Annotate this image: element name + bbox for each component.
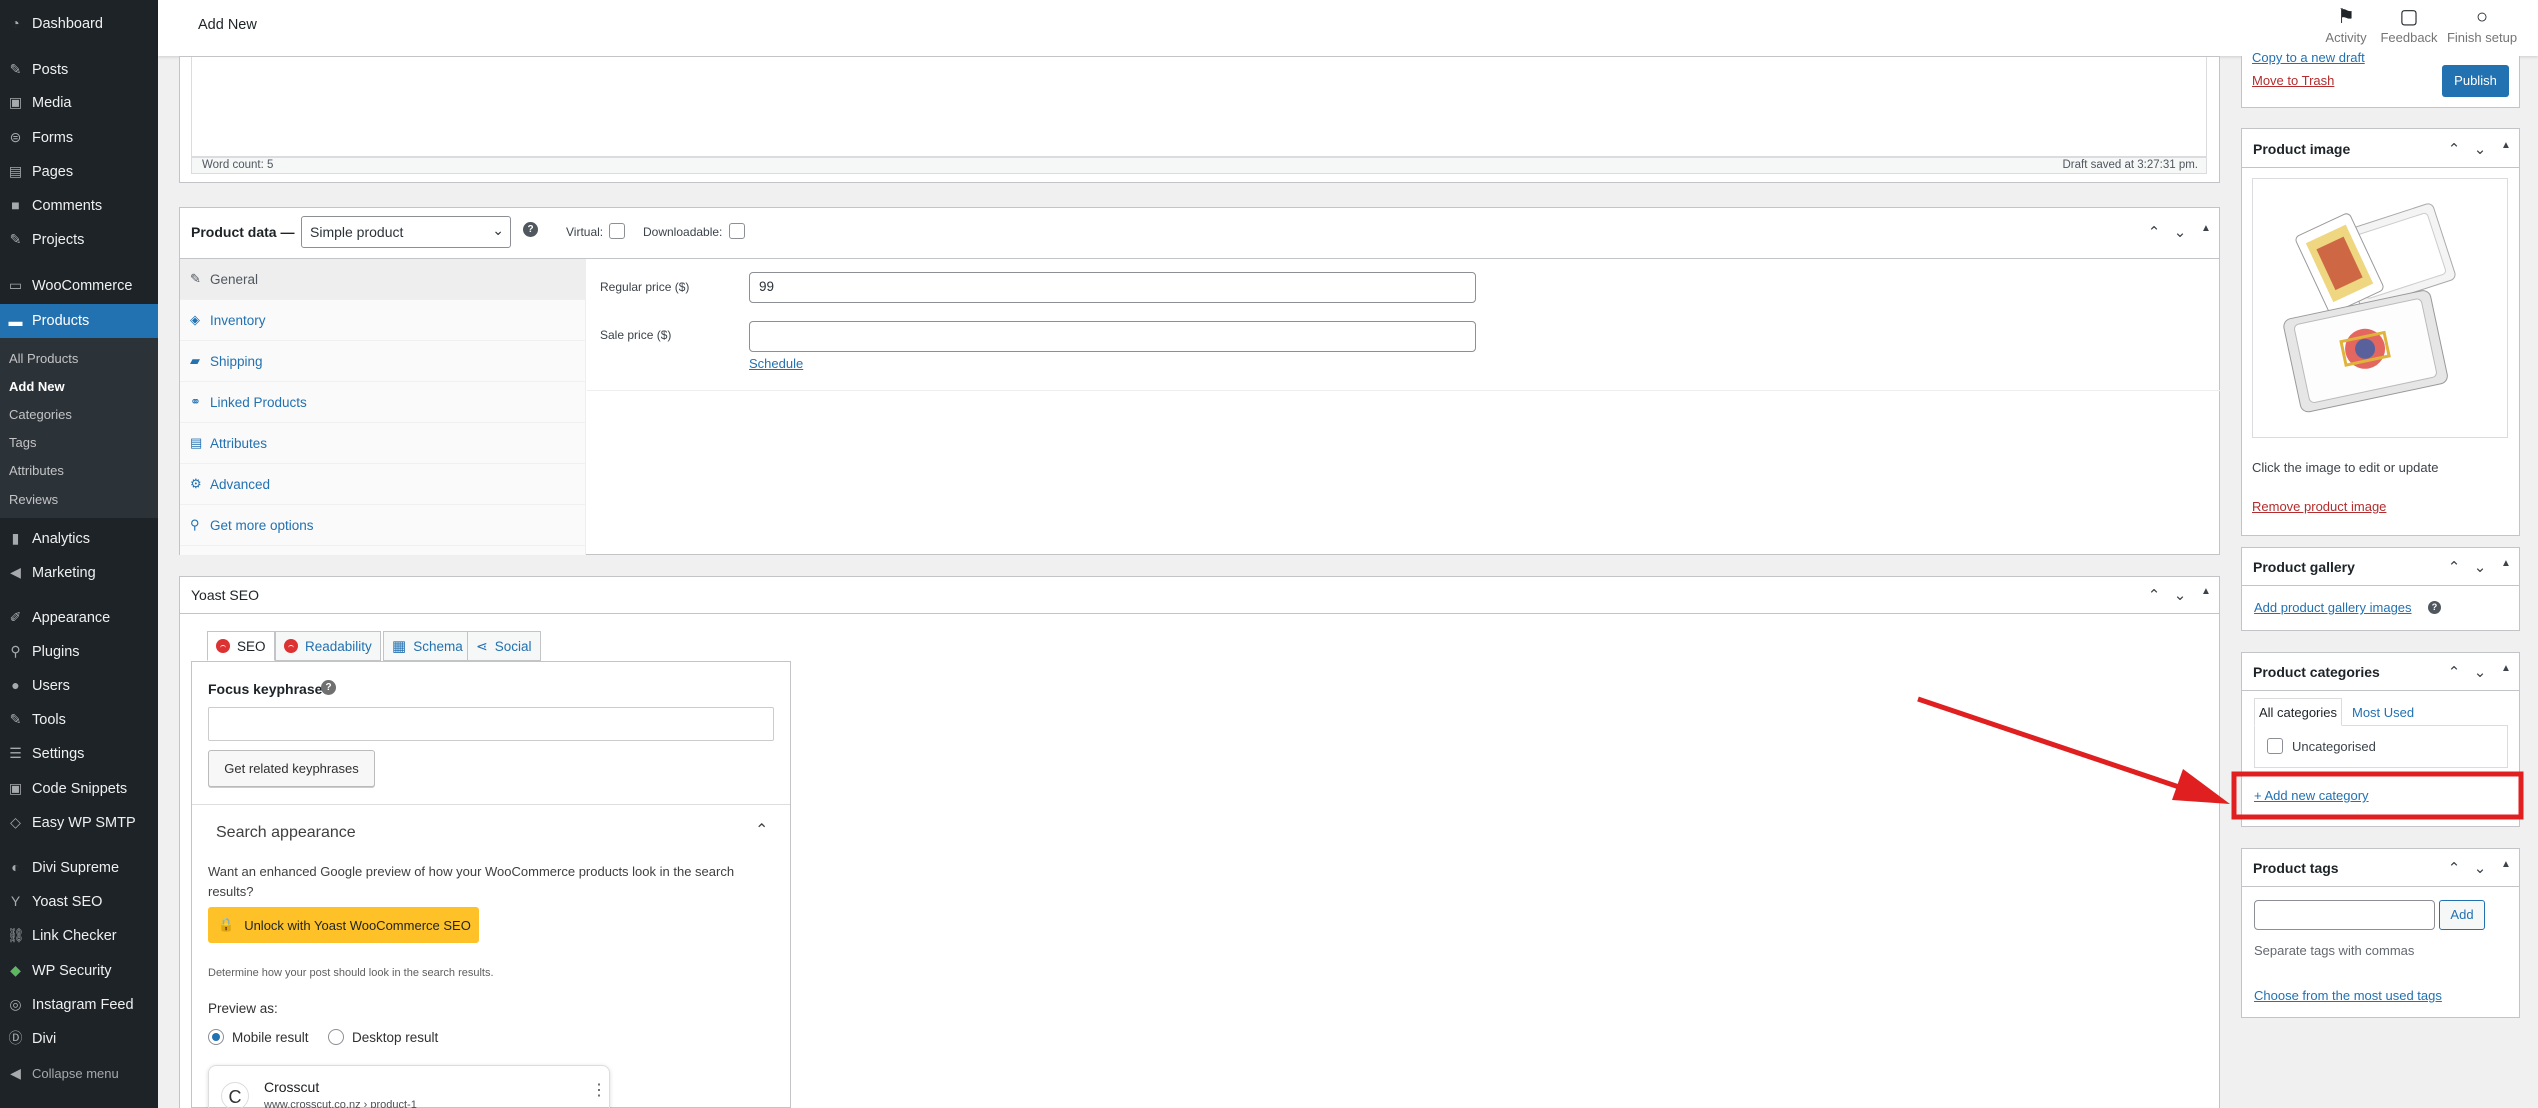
annotation-arrow-head: [2172, 769, 2230, 804]
tab-all-categories[interactable]: All categories: [2254, 698, 2342, 726]
annotation-overlay: [1917, 696, 2524, 820]
annotation-arrow-line: [1917, 696, 2186, 792]
highlight-box: [2231, 771, 2524, 820]
